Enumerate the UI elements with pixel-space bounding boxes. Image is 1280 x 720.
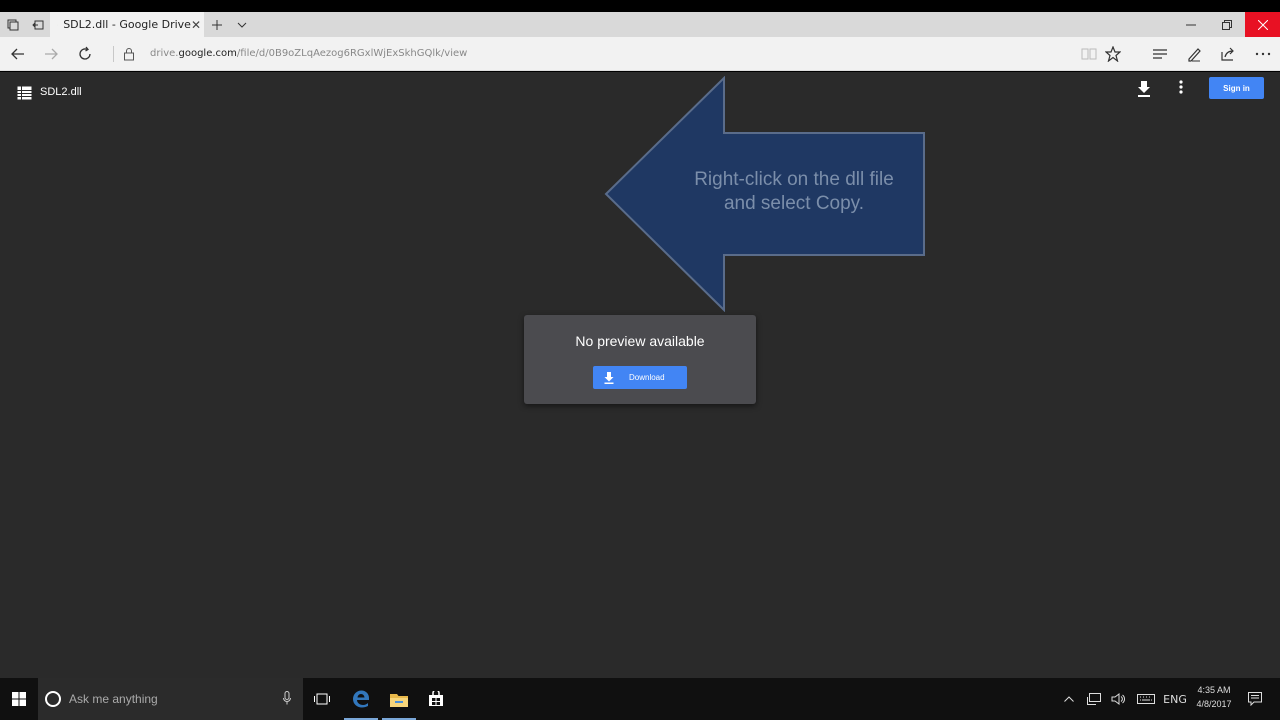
web-note-icon[interactable]: [1179, 37, 1209, 71]
screen-top-border: [0, 0, 1280, 12]
share-icon[interactable]: [1213, 37, 1243, 71]
download-button-icon: [604, 371, 614, 384]
lock-icon: [114, 37, 144, 71]
clock[interactable]: 4:35 AM 4/8/2017: [1190, 683, 1238, 711]
edge-icon[interactable]: [342, 678, 380, 720]
file-icon: [17, 86, 32, 100]
url-domain: google.com: [178, 48, 237, 59]
hub-icon[interactable]: [1145, 37, 1175, 71]
tab-close-icon[interactable]: ✕: [191, 18, 201, 32]
clock-date: 4/8/2017: [1196, 699, 1232, 709]
download-button[interactable]: Download: [593, 366, 687, 389]
cortana-search-box[interactable]: Ask me anything: [38, 678, 303, 720]
sign-in-button[interactable]: Sign in: [1209, 77, 1264, 99]
no-preview-card: No preview available Download: [524, 315, 756, 404]
back-icon[interactable]: [3, 37, 33, 71]
taskbar: Ask me anything ENG 4:35 AM 4/8/2017: [0, 678, 1280, 720]
close-icon[interactable]: [1245, 12, 1280, 37]
file-explorer-icon[interactable]: [380, 678, 418, 720]
new-tab-icon[interactable]: [204, 12, 229, 37]
address-bar: drive.google.com/file/d/0B9oZLqAezog6RGx…: [0, 37, 1280, 71]
download-button-label: Download: [629, 373, 665, 382]
forward-icon[interactable]: [36, 37, 66, 71]
url-field[interactable]: drive.google.com/file/d/0B9oZLqAezog6RGx…: [150, 37, 467, 71]
no-preview-title: No preview available: [575, 333, 705, 349]
callout-line-2: and select Copy.: [723, 193, 865, 214]
drive-viewer: SDL2.dll Sign in Right-click on the dll …: [0, 72, 1280, 678]
tab-title: SDL2.dll - Google Drive: [63, 18, 191, 31]
restore-icon[interactable]: [1209, 12, 1244, 37]
search-placeholder: Ask me anything: [69, 692, 158, 706]
tab-list-icon[interactable]: [0, 12, 25, 37]
minimize-icon[interactable]: [1173, 12, 1208, 37]
browser-tab[interactable]: SDL2.dll - Google Drive ✕: [50, 12, 204, 37]
microphone-icon[interactable]: [277, 690, 297, 708]
file-name: SDL2.dll: [40, 86, 82, 98]
task-view-icon[interactable]: [303, 678, 341, 720]
url-path: /file/d/0B9oZLqAezog6RGxlWjExSkhGQlk/vie…: [236, 48, 468, 59]
more-icon[interactable]: [1248, 37, 1278, 71]
cortana-icon: [45, 691, 61, 707]
more-vert-icon[interactable]: [1174, 80, 1188, 98]
network-icon[interactable]: [1084, 678, 1104, 720]
download-icon[interactable]: [1136, 80, 1152, 98]
callout-text: Right-click on the dll file and select C…: [660, 168, 928, 216]
chevron-up-icon[interactable]: [1060, 678, 1078, 720]
language-indicator[interactable]: ENG: [1162, 678, 1188, 720]
windows-start-icon[interactable]: [0, 678, 38, 720]
volume-icon[interactable]: [1108, 678, 1128, 720]
tab-dropdown-icon[interactable]: [229, 12, 254, 37]
notification-icon[interactable]: [1244, 678, 1266, 720]
tab-bar: SDL2.dll - Google Drive ✕: [0, 12, 1280, 37]
set-aside-icon[interactable]: [25, 12, 50, 37]
favorite-star-icon[interactable]: [1098, 37, 1128, 71]
keyboard-icon[interactable]: [1134, 678, 1158, 720]
clock-time: 4:35 AM: [1197, 685, 1231, 695]
store-icon[interactable]: [417, 678, 455, 720]
refresh-icon[interactable]: [70, 37, 100, 71]
url-prefix: drive.: [150, 48, 179, 59]
callout-line-1: Right-click on the dll file: [694, 169, 894, 190]
